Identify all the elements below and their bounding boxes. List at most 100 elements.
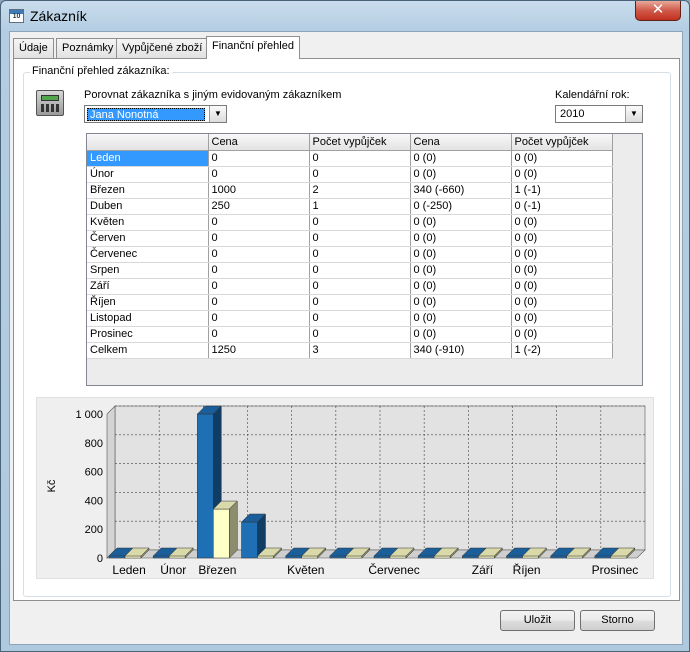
- year-select[interactable]: 2010 ▼: [555, 105, 643, 123]
- cell-rental-count[interactable]: 0: [309, 278, 411, 295]
- table-row[interactable]: Celkem 1250 3 340 (-910) 1 (-2): [87, 342, 613, 359]
- cell-month[interactable]: Prosinec: [87, 326, 209, 343]
- column-header-price[interactable]: Cena: [208, 134, 310, 151]
- cell-month[interactable]: Únor: [87, 166, 209, 183]
- y-tick-label: 200: [85, 524, 103, 536]
- cell-compare-rental-count[interactable]: 0 (-1): [511, 198, 613, 215]
- cell-compare-rental-count[interactable]: 0 (0): [511, 214, 613, 231]
- table-row[interactable]: Březen 1000 2 340 (-660) 1 (-1): [87, 182, 613, 199]
- cell-month[interactable]: Duben: [87, 198, 209, 215]
- table-row[interactable]: Říjen 0 0 0 (0) 0 (0): [87, 294, 613, 311]
- save-button[interactable]: Uložit: [500, 610, 575, 631]
- cell-rental-count[interactable]: 0: [309, 294, 411, 311]
- cell-rental-count[interactable]: 0: [309, 230, 411, 247]
- cell-rental-count[interactable]: 0: [309, 166, 411, 183]
- tab-financni-prehled[interactable]: Finanční přehled: [206, 36, 300, 59]
- cell-price[interactable]: 250: [208, 198, 310, 215]
- cell-compare-rental-count[interactable]: 0 (0): [511, 294, 613, 311]
- cell-compare-price[interactable]: 0 (-250): [410, 198, 512, 215]
- chevron-down-icon[interactable]: ▼: [209, 106, 226, 122]
- cell-month[interactable]: Leden: [87, 150, 209, 167]
- column-header-compare-price[interactable]: Cena: [410, 134, 512, 151]
- column-header-month[interactable]: [87, 134, 209, 151]
- cell-price[interactable]: 0: [208, 326, 310, 343]
- monthly-overview-table[interactable]: Cena Počet vypůjček Cena Počet vypůjček …: [86, 133, 643, 386]
- cell-compare-price[interactable]: 0 (0): [410, 262, 512, 279]
- table-row[interactable]: Červen 0 0 0 (0) 0 (0): [87, 230, 613, 247]
- table-row[interactable]: Duben 250 1 0 (-250) 0 (-1): [87, 198, 613, 215]
- cell-price[interactable]: 1250: [208, 342, 310, 359]
- cell-compare-price[interactable]: 0 (0): [410, 214, 512, 231]
- cell-rental-count[interactable]: 0: [309, 246, 411, 263]
- chevron-down-icon[interactable]: ▼: [625, 106, 642, 122]
- column-header-rental-count[interactable]: Počet vypůjček: [309, 134, 411, 151]
- cell-compare-price[interactable]: 0 (0): [410, 230, 512, 247]
- table-row[interactable]: Únor 0 0 0 (0) 0 (0): [87, 166, 613, 183]
- table-row[interactable]: Září 0 0 0 (0) 0 (0): [87, 278, 613, 295]
- cell-rental-count[interactable]: 0: [309, 150, 411, 167]
- cell-compare-rental-count[interactable]: 1 (-1): [511, 182, 613, 199]
- close-button[interactable]: ✕: [635, 1, 681, 21]
- table-row[interactable]: Listopad 0 0 0 (0) 0 (0): [87, 310, 613, 327]
- tab-poznamky[interactable]: Poznámky: [56, 38, 120, 58]
- cell-compare-rental-count[interactable]: 0 (0): [511, 310, 613, 327]
- tab-udaje[interactable]: Údaje: [13, 38, 54, 58]
- cell-month[interactable]: Říjen: [87, 294, 209, 311]
- cell-compare-price[interactable]: 0 (0): [410, 294, 512, 311]
- cell-compare-price[interactable]: 0 (0): [410, 246, 512, 263]
- cell-rental-count[interactable]: 2: [309, 182, 411, 199]
- table-row[interactable]: Červenec 0 0 0 (0) 0 (0): [87, 246, 613, 263]
- cell-price[interactable]: 1000: [208, 182, 310, 199]
- cell-price[interactable]: 0: [208, 246, 310, 263]
- cell-month[interactable]: Září: [87, 278, 209, 295]
- cell-month[interactable]: Březen: [87, 182, 209, 199]
- cell-compare-rental-count[interactable]: 0 (0): [511, 150, 613, 167]
- tab-vypujcene-zbozi[interactable]: Vypůjčené zboží: [116, 38, 209, 58]
- cell-compare-rental-count[interactable]: 1 (-2): [511, 342, 613, 359]
- cancel-button[interactable]: Storno: [580, 610, 655, 631]
- table-row[interactable]: Leden 0 0 0 (0) 0 (0): [87, 150, 613, 167]
- cell-compare-rental-count[interactable]: 0 (0): [511, 166, 613, 183]
- x-tick-label: Červenec: [368, 562, 419, 577]
- cell-rental-count[interactable]: 3: [309, 342, 411, 359]
- cell-compare-price[interactable]: 340 (-910): [410, 342, 512, 359]
- cell-month[interactable]: Červenec: [87, 246, 209, 263]
- cell-compare-rental-count[interactable]: 0 (0): [511, 246, 613, 263]
- cell-month[interactable]: Celkem: [87, 342, 209, 359]
- cell-compare-rental-count[interactable]: 0 (0): [511, 278, 613, 295]
- cell-rental-count[interactable]: 0: [309, 310, 411, 327]
- cell-price[interactable]: 0: [208, 278, 310, 295]
- table-row[interactable]: Květen 0 0 0 (0) 0 (0): [87, 214, 613, 231]
- cell-compare-rental-count[interactable]: 0 (0): [511, 326, 613, 343]
- table-row[interactable]: Srpen 0 0 0 (0) 0 (0): [87, 262, 613, 279]
- cell-compare-price[interactable]: 0 (0): [410, 310, 512, 327]
- cell-rental-count[interactable]: 0: [309, 214, 411, 231]
- title-bar[interactable]: 10 Zákazník ✕: [1, 1, 689, 31]
- table-row[interactable]: Prosinec 0 0 0 (0) 0 (0): [87, 326, 613, 343]
- cell-compare-rental-count[interactable]: 0 (0): [511, 262, 613, 279]
- cell-price[interactable]: 0: [208, 230, 310, 247]
- cell-price[interactable]: 0: [208, 294, 310, 311]
- cell-price[interactable]: 0: [208, 310, 310, 327]
- cell-price[interactable]: 0: [208, 166, 310, 183]
- cell-compare-price[interactable]: 340 (-660): [410, 182, 512, 199]
- cell-month[interactable]: Květen: [87, 214, 209, 231]
- cell-month[interactable]: Srpen: [87, 262, 209, 279]
- year-label: Kalendářní rok:: [555, 89, 630, 101]
- cell-rental-count[interactable]: 1: [309, 198, 411, 215]
- cell-compare-price[interactable]: 0 (0): [410, 278, 512, 295]
- cell-compare-price[interactable]: 0 (0): [410, 326, 512, 343]
- cell-rental-count[interactable]: 0: [309, 326, 411, 343]
- cell-month[interactable]: Červen: [87, 230, 209, 247]
- cell-month[interactable]: Listopad: [87, 310, 209, 327]
- cell-price[interactable]: 0: [208, 150, 310, 167]
- y-tick-label: 400: [85, 495, 103, 507]
- cell-rental-count[interactable]: 0: [309, 262, 411, 279]
- column-header-compare-rental-count[interactable]: Počet vypůjček: [511, 134, 613, 151]
- cell-price[interactable]: 0: [208, 262, 310, 279]
- compare-customer-select[interactable]: Jana Nonotná ▼: [84, 105, 227, 123]
- cell-compare-rental-count[interactable]: 0 (0): [511, 230, 613, 247]
- cell-price[interactable]: 0: [208, 214, 310, 231]
- cell-compare-price[interactable]: 0 (0): [410, 150, 512, 167]
- cell-compare-price[interactable]: 0 (0): [410, 166, 512, 183]
